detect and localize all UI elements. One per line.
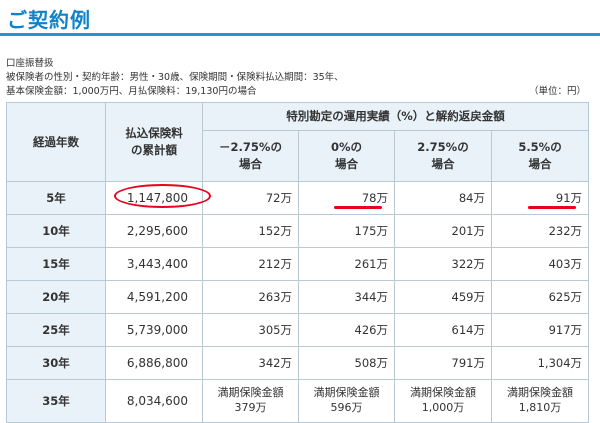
surrender-value-cell: 508万 bbox=[298, 346, 395, 380]
table-row: 20年 4,591,200 263万 344万 459万 625万 bbox=[6, 280, 590, 314]
surrender-value-cell: 212万 bbox=[202, 247, 299, 281]
surrender-value-cell: 917万 bbox=[490, 313, 590, 347]
table-row: 15年 3,443,400 212万 261万 322万 403万 bbox=[6, 247, 590, 281]
row-year: 5年 bbox=[6, 181, 106, 215]
surrender-value-cell: 72万 bbox=[202, 181, 299, 215]
page-title: ご契約例 bbox=[7, 8, 91, 32]
surrender-value-cell: 261万 bbox=[298, 247, 395, 281]
surrender-value-cell: 84万 bbox=[394, 181, 492, 215]
surrender-value-cell: 625万 bbox=[490, 280, 590, 314]
maturity-amount-cell: 満期保険金額 1,810万 bbox=[490, 379, 590, 423]
surrender-value-cell: 201万 bbox=[394, 214, 492, 248]
cumulative-premium-cell: 6,886,800 bbox=[105, 346, 203, 380]
surrender-value-cell: 175万 bbox=[298, 214, 395, 248]
surrender-value-cell: 403万 bbox=[490, 247, 590, 281]
cumulative-premium-cell: 1,147,800 bbox=[105, 181, 211, 215]
surrender-value-cell: 1,304万 bbox=[490, 346, 590, 380]
surrender-value-cell: 791万 bbox=[394, 346, 492, 380]
row-year: 20年 bbox=[6, 280, 106, 314]
surrender-value-cell: 614万 bbox=[394, 313, 492, 347]
surrender-value-cell: 78万 bbox=[298, 181, 395, 215]
header-elapsed-years: 経過年数 bbox=[6, 102, 106, 182]
header-scenario-5-5: 5.5%の 場合 bbox=[490, 130, 590, 182]
maturity-amount-cell: 満期保険金額 1,000万 bbox=[394, 379, 492, 423]
surrender-value-cell: 305万 bbox=[202, 313, 299, 347]
cumulative-premium-cell: 4,591,200 bbox=[105, 280, 203, 314]
insured-conditions-text: 被保険者の性別・契約年齢：男性・30歳、保険期間・保険料払込期間：35年、 bbox=[6, 72, 344, 83]
cumulative-premium-cell: 5,739,000 bbox=[105, 313, 203, 347]
unit-label: （単位：円） bbox=[528, 86, 586, 97]
contract-example-table: 経過年数 払込保険料 の累計額 特別勘定の運用実績（%）と解約返戻金額 －2.75… bbox=[6, 102, 590, 423]
surrender-value-cell: 342万 bbox=[202, 346, 299, 380]
cumulative-premium-cell: 3,443,400 bbox=[105, 247, 203, 281]
highlight-underline bbox=[527, 206, 576, 209]
surrender-value-cell: 322万 bbox=[394, 247, 492, 281]
maturity-amount-cell: 満期保険金額 379万 bbox=[202, 379, 299, 423]
row-year: 35年 bbox=[6, 379, 106, 423]
highlight-ellipse bbox=[113, 184, 211, 208]
table-row: 10年 2,295,600 152万 175万 201万 232万 bbox=[6, 214, 590, 248]
header-scenario-0: 0%の 場合 bbox=[298, 130, 395, 182]
table-row: 5年 1,147,800 72万 78万 84万 91万 bbox=[6, 181, 590, 215]
header-cumulative-premium: 払込保険料 の累計額 bbox=[105, 102, 203, 182]
table-row: 30年 6,886,800 342万 508万 791万 1,304万 bbox=[6, 346, 590, 380]
title-divider bbox=[0, 33, 600, 36]
row-year: 30年 bbox=[6, 346, 106, 380]
header-scenario-2-75: 2.75%の 場合 bbox=[394, 130, 492, 182]
surrender-value-cell: 263万 bbox=[202, 280, 299, 314]
surrender-value-cell: 152万 bbox=[202, 214, 299, 248]
row-year: 15年 bbox=[6, 247, 106, 281]
cumulative-premium-cell: 2,295,600 bbox=[105, 214, 203, 248]
surrender-value-cell: 426万 bbox=[298, 313, 395, 347]
table-row: 25年 5,739,000 305万 426万 614万 917万 bbox=[6, 313, 590, 347]
header-scenario-minus-2-75: －2.75%の 場合 bbox=[202, 130, 299, 182]
row-year: 25年 bbox=[6, 313, 106, 347]
surrender-value-cell: 232万 bbox=[490, 214, 590, 248]
table-row-maturity: 35年 8,034,600 満期保険金額 379万 満期保険金額 596万 満期保険… bbox=[6, 379, 590, 423]
surrender-value-cell: 459万 bbox=[394, 280, 492, 314]
row-year: 10年 bbox=[6, 214, 106, 248]
highlight-underline bbox=[333, 206, 382, 209]
header-performance-group: 特別勘定の運用実績（%）と解約返戻金額 bbox=[201, 102, 590, 131]
surrender-value-cell: 91万 bbox=[490, 181, 590, 215]
cumulative-premium-cell: 8,034,600 bbox=[105, 379, 203, 423]
payment-method-text: 口座振替扱 bbox=[6, 58, 54, 69]
surrender-value-cell: 344万 bbox=[298, 280, 395, 314]
insurance-amount-text: 基本保険金額：1,000万円、月払保険料：19,130円の場合 bbox=[6, 86, 257, 97]
maturity-amount-cell: 満期保険金額 596万 bbox=[298, 379, 395, 423]
